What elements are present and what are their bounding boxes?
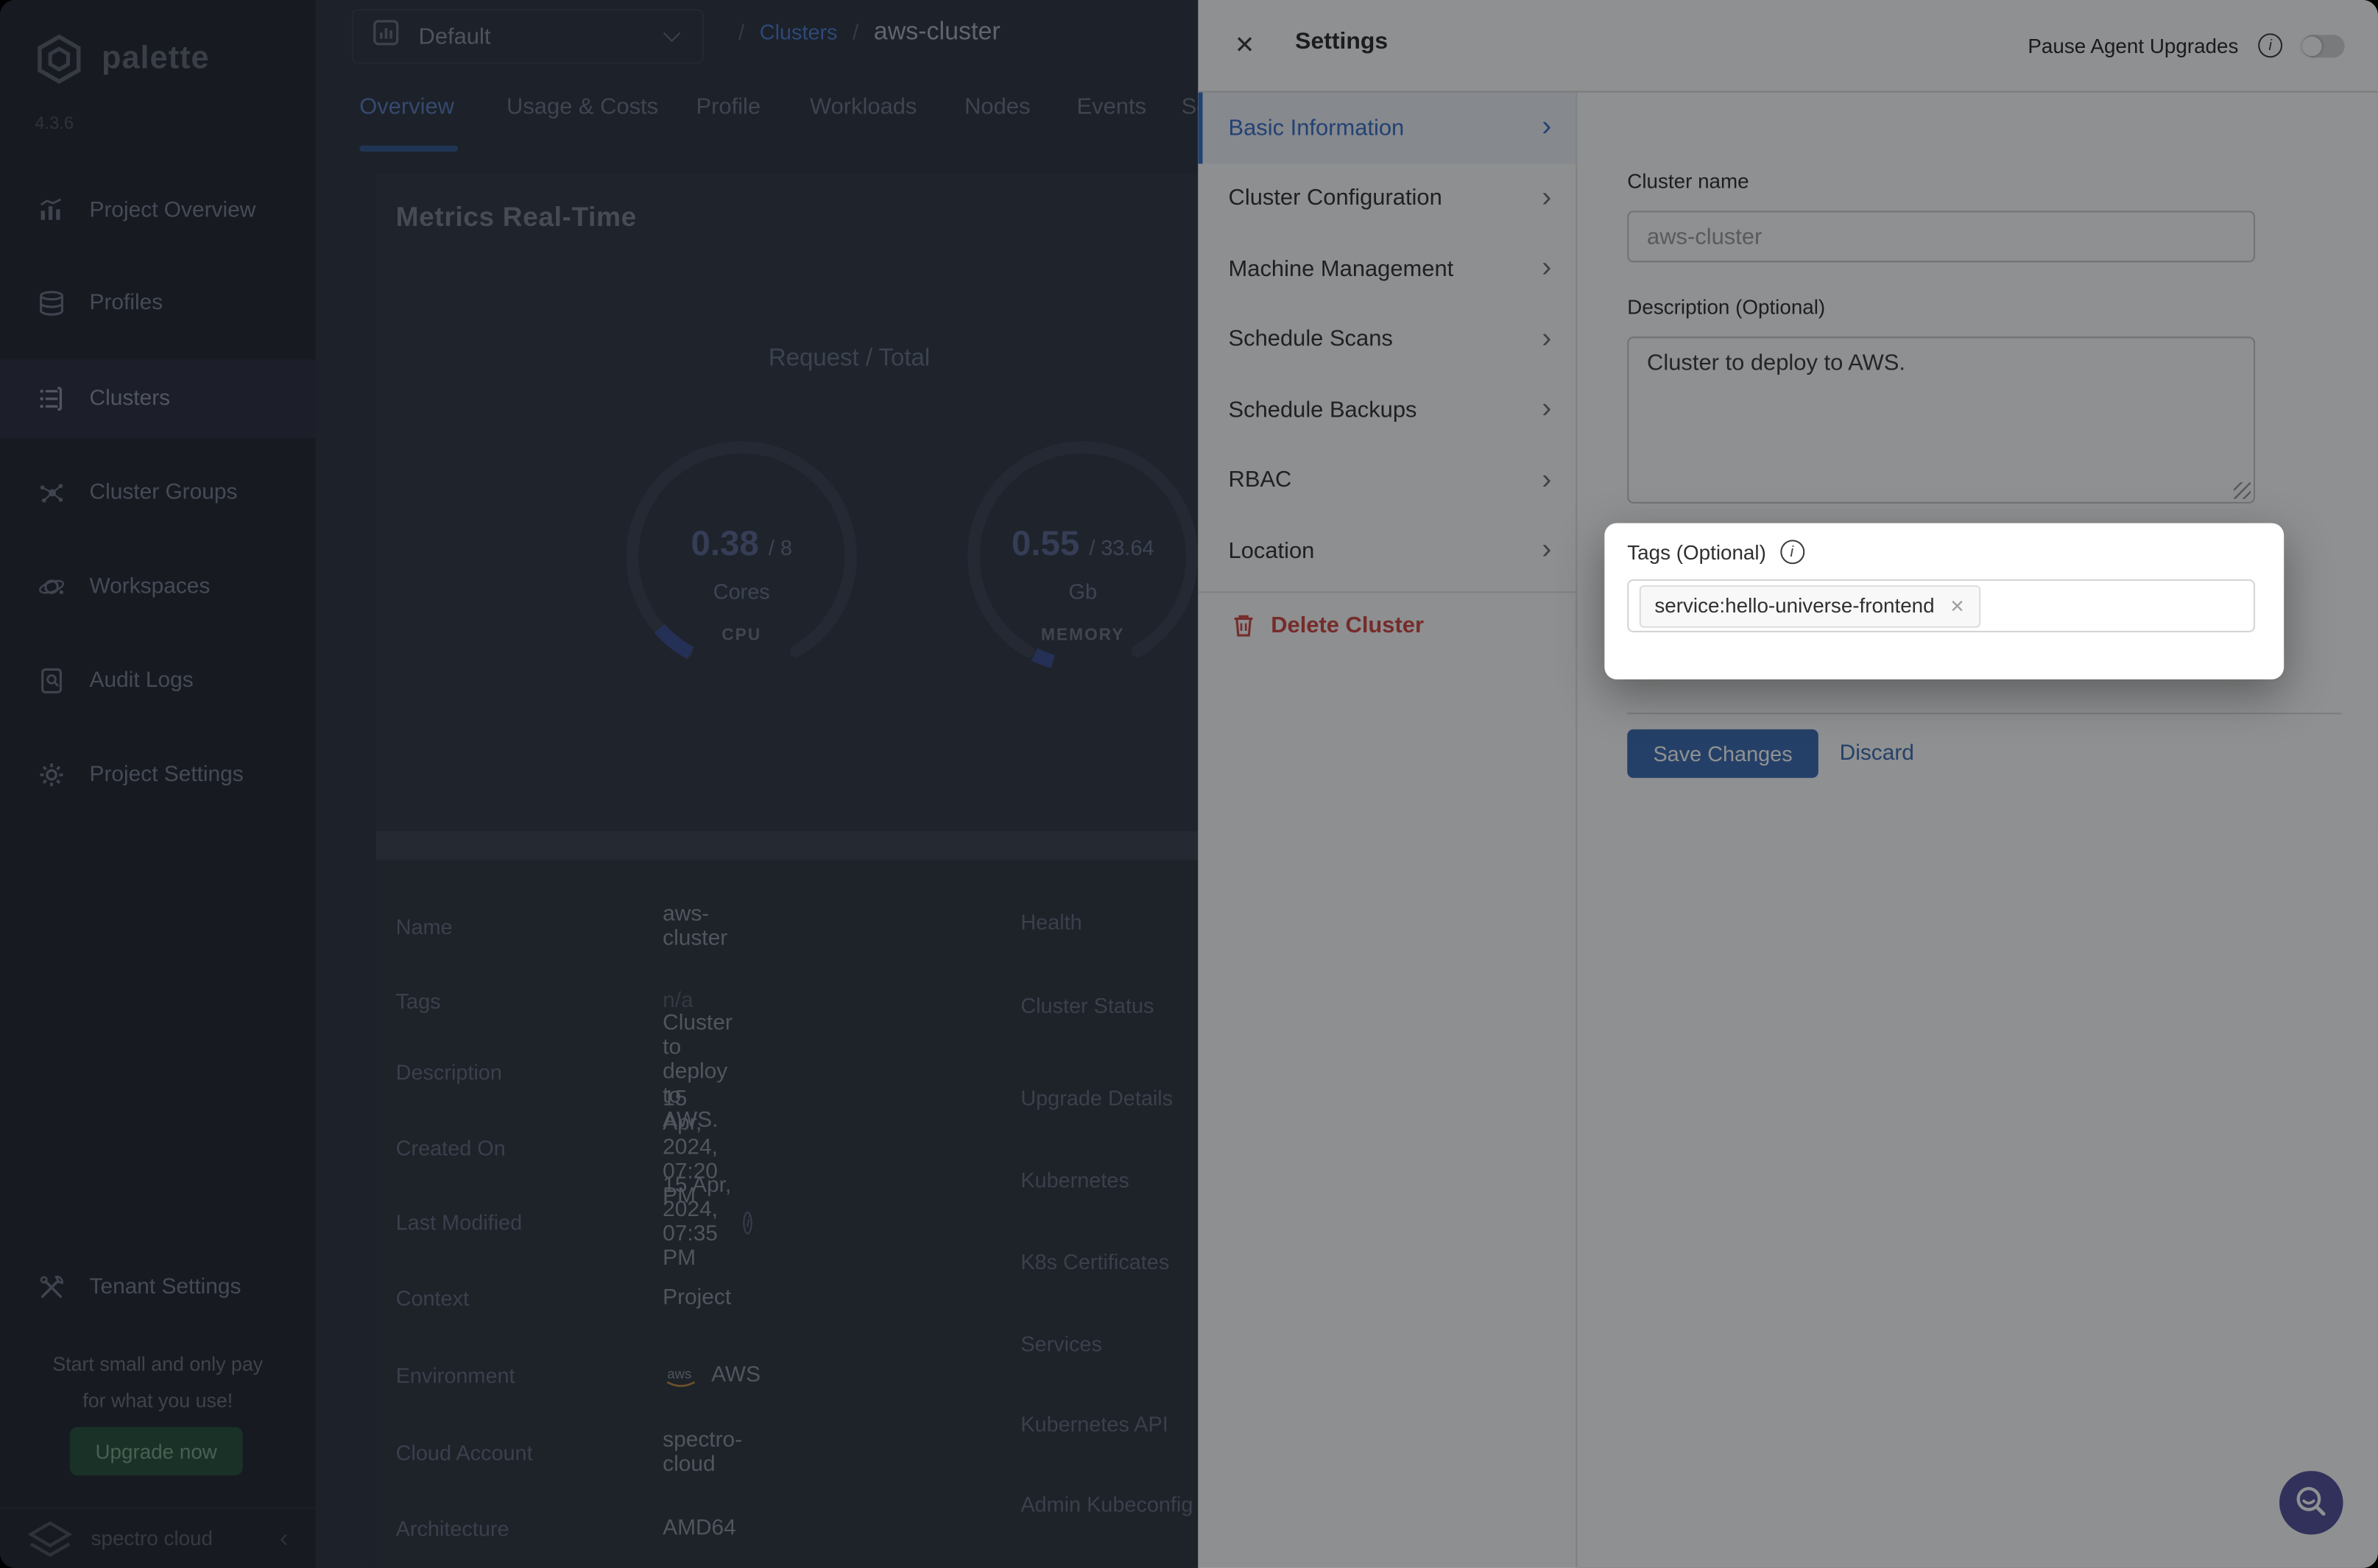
tag-chip-label: service:hello-universe-frontend	[1654, 594, 1934, 617]
info-icon[interactable]: i	[1779, 540, 1804, 564]
app-window: Default / Clusters / aws-cluster Overvie…	[0, 0, 2378, 1568]
remove-tag-icon[interactable]: ✕	[1950, 596, 1965, 617]
tags-spotlight-card: Tags (Optional) i service:hello-universe…	[1604, 523, 2284, 679]
tag-chip: service:hello-universe-frontend ✕	[1640, 585, 1980, 627]
dim-overlay	[0, 0, 2378, 1568]
tags-input[interactable]: service:hello-universe-frontend ✕	[1627, 579, 2255, 632]
tags-label: Tags (Optional)	[1627, 540, 1766, 563]
